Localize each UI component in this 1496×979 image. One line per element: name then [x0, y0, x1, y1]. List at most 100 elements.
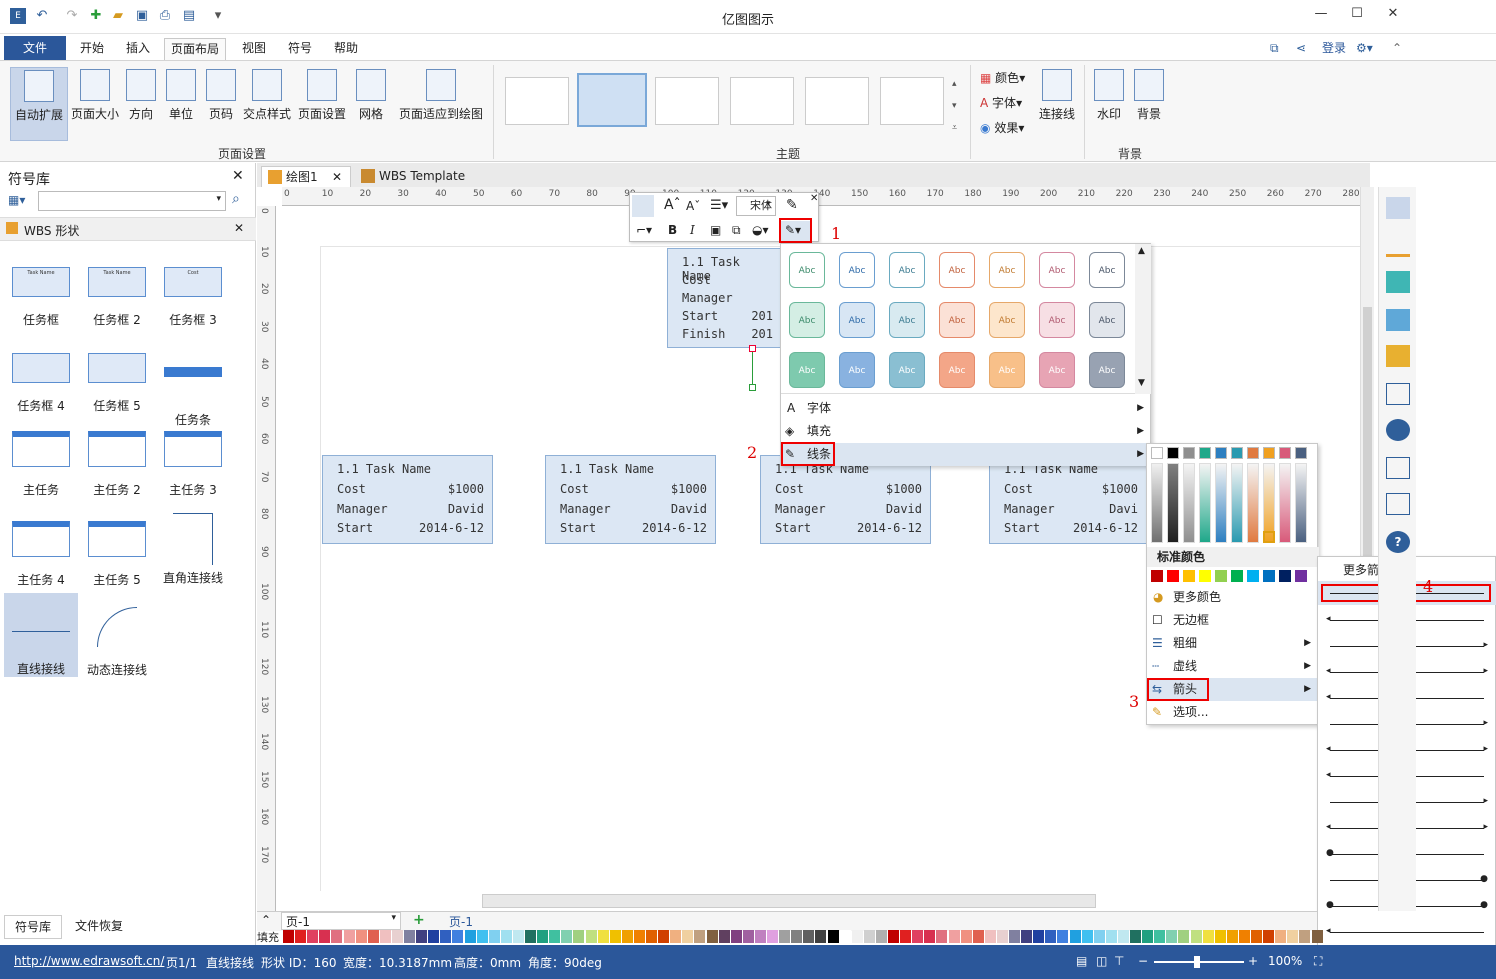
menu-item-dash[interactable]: ┄ 虚线 ▶	[1147, 655, 1317, 678]
style-swatch[interactable]: Abc	[839, 352, 875, 388]
color-swatch[interactable]	[283, 930, 294, 943]
color-swatch[interactable]	[1105, 930, 1117, 943]
layer-panel-icon[interactable]	[1386, 345, 1410, 367]
color-swatch[interactable]	[440, 930, 452, 943]
color-swatch[interactable]	[839, 930, 851, 943]
color-swatch[interactable]	[1142, 930, 1154, 943]
wbs-card[interactable]: 1.1 Task Name Cost $1000 Manager Davi Start 20…	[989, 455, 1147, 544]
style-swatch[interactable]: Abc	[889, 352, 925, 388]
color-swatch[interactable]	[1190, 930, 1202, 943]
tab-wbs-template[interactable]: WBS Template	[355, 166, 473, 187]
color-swatch[interactable]	[863, 930, 875, 943]
color-swatch[interactable]	[512, 930, 524, 943]
palette-swatch[interactable]	[1215, 447, 1227, 459]
color-swatch[interactable]	[948, 930, 960, 943]
jump-style-button[interactable]: 交点样式	[242, 67, 292, 141]
palette-swatch[interactable]	[1231, 447, 1243, 459]
theme-5[interactable]	[805, 77, 869, 125]
color-swatch[interactable]	[452, 930, 464, 943]
color-swatch[interactable]	[827, 930, 839, 943]
close-tab-icon[interactable]: ✕	[332, 167, 342, 187]
view-presentation-icon[interactable]: ⊤	[1114, 954, 1124, 968]
search-input[interactable]: ▾	[38, 191, 226, 211]
color-swatch[interactable]	[343, 930, 355, 943]
color-swatch[interactable]	[561, 930, 573, 943]
color-swatch[interactable]	[1275, 930, 1287, 943]
color-swatch[interactable]	[742, 930, 754, 943]
palette-swatch[interactable]	[1199, 447, 1211, 459]
color-swatch[interactable]	[694, 930, 706, 943]
color-swatch[interactable]	[525, 930, 536, 943]
color-swatch[interactable]	[1033, 930, 1045, 943]
color-swatch[interactable]	[573, 930, 585, 943]
standard-color-swatch[interactable]	[1167, 570, 1179, 582]
connector-handle-start[interactable]	[749, 345, 756, 352]
theme-effect-button[interactable]: ◉ 效果▾	[980, 119, 1024, 136]
standard-color-swatch[interactable]	[1247, 570, 1259, 582]
palette-column[interactable]	[1295, 463, 1307, 543]
color-swatch[interactable]	[307, 930, 319, 943]
wbs-card[interactable]: 1.1 Task Name Cost $1000 Manager David Start 2…	[760, 455, 931, 544]
send-back-icon[interactable]: ⧉	[732, 223, 741, 238]
standard-color-swatch[interactable]	[1151, 570, 1163, 582]
color-swatch[interactable]	[633, 930, 645, 943]
add-page-icon[interactable]: +	[413, 912, 425, 928]
color-swatch[interactable]	[718, 930, 730, 943]
palette-column[interactable]	[1215, 463, 1227, 543]
line-panel-icon[interactable]	[1386, 235, 1410, 257]
chevron-up-icon[interactable]: ⌃	[261, 913, 271, 927]
color-swatch[interactable]	[1057, 930, 1069, 943]
page-size-button[interactable]: 页面大小	[70, 67, 120, 141]
close-button[interactable]: ✕	[1378, 6, 1408, 26]
wbs-top-card[interactable]: 1.1 Task Name Cost Manager Start 201 Fini…	[667, 248, 782, 348]
align-icon[interactable]: ☰▾	[710, 198, 728, 213]
close-library-icon[interactable]: ✕	[234, 221, 244, 235]
color-swatch[interactable]	[658, 930, 670, 943]
comment-icon[interactable]	[1386, 493, 1410, 515]
navigator-icon[interactable]	[1386, 419, 1410, 441]
collapse-ribbon-icon[interactable]: ⌃	[1386, 38, 1408, 60]
color-swatch[interactable]	[1226, 930, 1238, 943]
color-swatch[interactable]	[900, 930, 912, 943]
color-swatch[interactable]	[875, 930, 887, 943]
standard-color-swatch[interactable]	[1183, 570, 1195, 582]
shape-item[interactable]: Cost 任务框 3	[156, 267, 230, 328]
page-panel-icon[interactable]	[1386, 383, 1410, 405]
color-swatch[interactable]	[367, 930, 379, 943]
color-swatch[interactable]	[1311, 930, 1323, 943]
color-swatch[interactable]	[779, 930, 791, 943]
color-swatch[interactable]	[1093, 930, 1105, 943]
color-swatch[interactable]	[416, 930, 428, 943]
bold-icon[interactable]: B	[668, 223, 677, 237]
close-panel-icon[interactable]: ✕	[232, 168, 244, 184]
view-normal-icon[interactable]: ▤	[1076, 954, 1087, 968]
shape-item[interactable]: Task Name 任务框	[4, 267, 78, 328]
menu-help[interactable]: 帮助	[328, 38, 364, 60]
style-swatch[interactable]: Abc	[1089, 302, 1125, 338]
color-swatch[interactable]	[404, 930, 415, 943]
close-icon[interactable]: ✕	[810, 193, 818, 204]
menu-file[interactable]: 文件	[4, 36, 66, 60]
watermark-button[interactable]: 水印	[1092, 67, 1126, 141]
login-link[interactable]: 登录	[1316, 38, 1352, 60]
style-swatch[interactable]: Abc	[789, 252, 825, 288]
color-swatch[interactable]	[1154, 930, 1166, 943]
style-swatch[interactable]: Abc	[839, 252, 875, 288]
style-swatch[interactable]: Abc	[1089, 352, 1125, 388]
menu-item-line[interactable]: ✎ 线条 ▶	[781, 443, 1150, 466]
help-icon[interactable]: ?	[1386, 531, 1410, 553]
fill-bucket-icon[interactable]: ◒▾	[752, 223, 769, 237]
palette-column[interactable]	[1167, 463, 1179, 543]
color-swatch[interactable]	[500, 930, 512, 943]
color-swatch[interactable]	[912, 930, 924, 943]
fit-to-drawing-button[interactable]: 页面适应到绘图	[396, 67, 486, 141]
connector-tool-icon[interactable]: ⌐▾	[636, 223, 652, 237]
color-swatch[interactable]	[972, 930, 984, 943]
color-swatch[interactable]	[476, 930, 488, 943]
standard-color-swatch[interactable]	[1215, 570, 1227, 582]
zoom-out-icon[interactable]: −	[1138, 954, 1148, 968]
menu-item-fill[interactable]: ◈ 填充 ▶	[781, 420, 1150, 443]
color-swatch[interactable]	[646, 930, 657, 943]
style-swatch[interactable]: Abc	[1089, 252, 1125, 288]
color-swatch[interactable]	[295, 930, 307, 943]
